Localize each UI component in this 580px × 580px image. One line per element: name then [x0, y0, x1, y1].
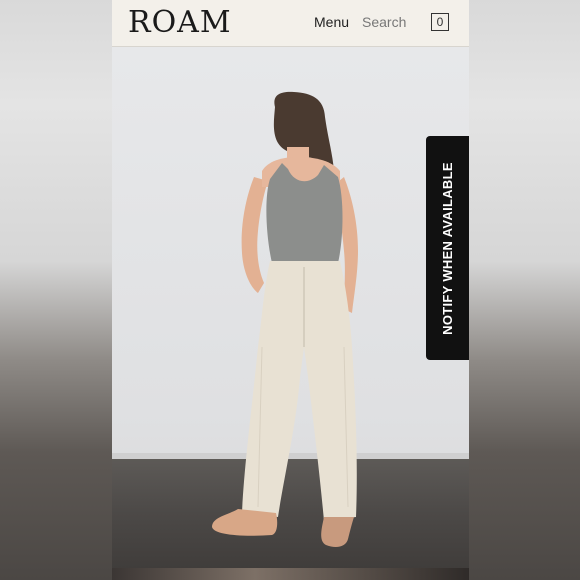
next-image-strip — [112, 568, 469, 580]
menu-link[interactable]: Menu — [314, 14, 349, 30]
model-figure — [212, 91, 358, 547]
cart-icon[interactable]: 0 — [431, 13, 449, 31]
mobile-screen: ROAM Menu Search 0 — [112, 0, 469, 580]
site-header: ROAM Menu Search 0 — [112, 0, 469, 47]
brand-logo[interactable]: ROAM — [128, 6, 232, 40]
blurred-background-left — [0, 0, 112, 580]
product-image[interactable] — [112, 47, 469, 568]
blurred-background-right — [469, 0, 580, 580]
notify-when-available-button[interactable]: NOTIFY WHEN AVAILABLE — [426, 136, 469, 360]
notify-label: NOTIFY WHEN AVAILABLE — [440, 161, 455, 335]
search-link[interactable]: Search — [362, 14, 406, 30]
